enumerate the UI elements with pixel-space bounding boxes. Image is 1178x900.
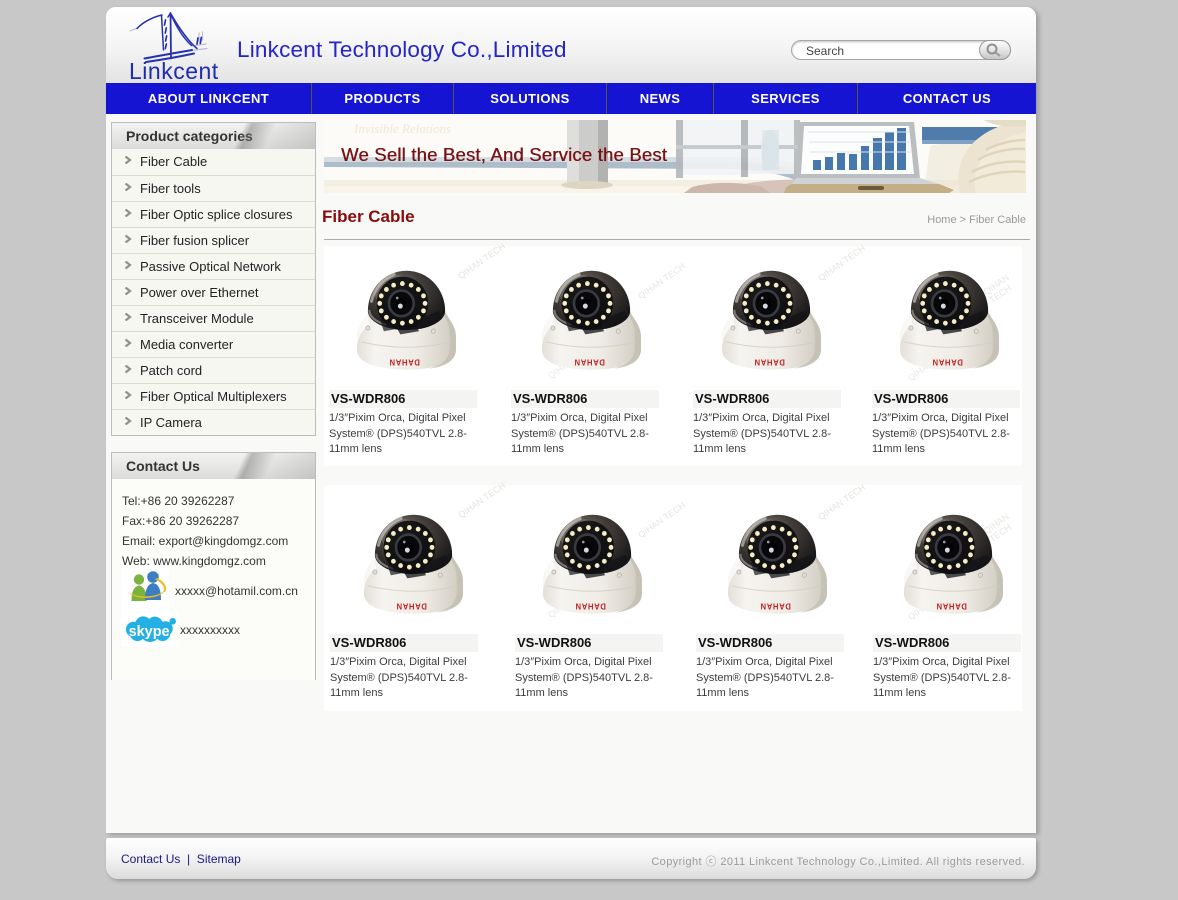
svg-text:skype: skype (129, 624, 170, 640)
svg-text:Invisible Relations: Invisible Relations (353, 121, 451, 136)
